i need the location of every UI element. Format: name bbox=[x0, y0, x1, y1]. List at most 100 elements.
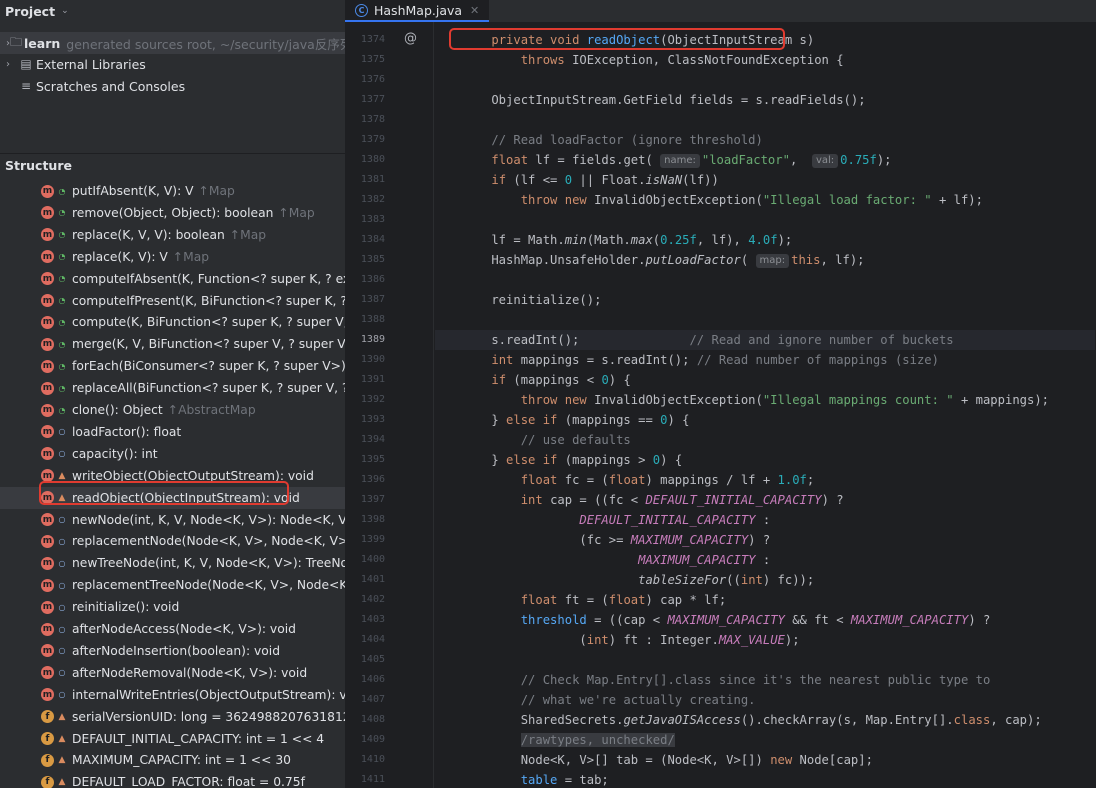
structure-member-row[interactable]: m ▲ writeObject(ObjectOutputStream): void bbox=[0, 465, 345, 487]
structure-member-row[interactable]: m ○ replacementTreeNode(Node<K, V>, Node<K… bbox=[0, 574, 345, 596]
code-line[interactable]: // Read loadFactor (ignore threshold) bbox=[462, 130, 763, 150]
tab-hashmap-java[interactable]: C HashMap.java ✕ bbox=[345, 0, 490, 22]
code-line[interactable]: table = tab; bbox=[462, 770, 609, 788]
code-line[interactable]: // Check Map.Entry[].class since it's th… bbox=[462, 670, 991, 690]
tree-item-external-libraries[interactable]: › ▤ External Libraries bbox=[0, 53, 345, 75]
code-token: InvalidObjectException( bbox=[594, 193, 763, 207]
public-visibility-icon: ◔ bbox=[58, 296, 66, 305]
code-line[interactable]: if (lf <= 0 || Float.isNaN(lf)) bbox=[462, 170, 718, 190]
structure-tool-header[interactable]: Structure bbox=[0, 153, 345, 177]
member-signature: remove(Object, Object): boolean bbox=[72, 205, 274, 220]
code-line[interactable]: throw new InvalidObjectException("Illega… bbox=[462, 190, 983, 210]
structure-member-row[interactable]: f ▲ DEFAULT_LOAD_FACTOR: float = 0.75f bbox=[0, 771, 345, 788]
code-line[interactable]: throws IOException, ClassNotFoundExcepti… bbox=[462, 50, 844, 70]
line-number: 1397 bbox=[360, 494, 385, 505]
code-line[interactable]: float fc = (float) mappings / lf + 1.0f; bbox=[462, 470, 815, 490]
code-line[interactable]: if (mappings < 0) { bbox=[462, 370, 630, 390]
code-line[interactable]: } else if (mappings == 0) { bbox=[462, 410, 689, 430]
code-token: MAXIMUM_CAPACITY bbox=[850, 613, 969, 627]
package-visibility-icon: ○ bbox=[58, 558, 66, 568]
code-line[interactable]: int mappings = s.readInt(); // Read numb… bbox=[462, 350, 939, 370]
code-line[interactable]: lf = Math.min(Math.max(0.25f, lf), 4.0f)… bbox=[462, 230, 792, 250]
structure-member-row[interactable]: m ○ loadFactor(): float bbox=[0, 421, 345, 443]
chevron-right-icon[interactable]: › bbox=[6, 59, 18, 70]
structure-member-row[interactable]: m ○ replacementNode(Node<K, V>, Node<K, V>… bbox=[0, 530, 345, 552]
private-lock-icon: ▲ bbox=[58, 755, 66, 766]
project-tool-header[interactable]: Project ⌄ bbox=[0, 0, 345, 22]
member-signature: newNode(int, K, V, Node<K, V>): Node<K, … bbox=[72, 512, 345, 527]
method-icon: m bbox=[41, 622, 54, 636]
method-icon: m bbox=[41, 315, 54, 329]
code-line[interactable]: (fc >= MAXIMUM_CAPACITY) ? bbox=[462, 530, 770, 550]
code-token: fc = ( bbox=[564, 473, 609, 487]
structure-member-row[interactable]: m ○ capacity(): int bbox=[0, 443, 345, 465]
structure-member-row[interactable]: m ◔ compute(K, BiFunction<? super K, ? sup… bbox=[0, 311, 345, 333]
code-line[interactable]: /rawtypes, unchecked/ bbox=[462, 730, 675, 750]
member-signature: replace(K, V): V bbox=[72, 249, 168, 264]
tree-item-scratches[interactable]: › ≡ Scratches and Consoles bbox=[0, 75, 345, 97]
code-line[interactable]: private void readObject(ObjectInputStrea… bbox=[462, 30, 814, 50]
structure-member-row[interactable]: m ◔ remove(Object, Object): boolean ↑Map bbox=[0, 202, 345, 224]
member-signature: replaceAll(BiFunction<? super K, ? super… bbox=[72, 381, 345, 396]
code-line[interactable]: // what we're actually creating. bbox=[462, 690, 756, 710]
code-line[interactable]: threshold = ((cap < MAXIMUM_CAPACITY && … bbox=[462, 610, 991, 630]
code-line[interactable]: // use defaults bbox=[462, 430, 631, 450]
structure-member-row[interactable]: m ◔ computeIfPresent(K, BiFunction<? super… bbox=[0, 290, 345, 312]
code-line[interactable]: float lf = fields.get( name: "loadFactor"… bbox=[462, 150, 892, 170]
structure-member-row[interactable]: m ○ newNode(int, K, V, Node<K, V>): Node<K… bbox=[0, 509, 345, 531]
structure-member-row[interactable]: m ○ afterNodeRemoval(Node<K, V>): void bbox=[0, 662, 345, 684]
structure-member-row[interactable]: m ◔ forEach(BiConsumer<? super K, ? super … bbox=[0, 355, 345, 377]
code-line[interactable]: SharedSecrets.getJavaOISAccess().checkAr… bbox=[462, 710, 1042, 730]
code-token: MAXIMUM_CAPACITY bbox=[630, 533, 749, 547]
structure-member-row[interactable]: m ▲ readObject(ObjectInputStream): void bbox=[0, 486, 345, 509]
structure-member-row[interactable]: m ○ afterNodeAccess(Node<K, V>): void bbox=[0, 618, 345, 640]
tree-item-learn[interactable]: › 🗀 learn generated sources root, ~/secu… bbox=[0, 32, 345, 54]
code-line[interactable]: s.readInt(); // Read and ignore number o… bbox=[435, 330, 1095, 350]
structure-member-row[interactable]: f ▲ serialVersionUID: long = 3624988207631… bbox=[0, 706, 345, 728]
code-line[interactable]: DEFAULT_INITIAL_CAPACITY : bbox=[462, 510, 770, 530]
structure-member-row[interactable]: m ○ afterNodeInsertion(boolean): void bbox=[0, 640, 345, 662]
structure-member-row[interactable]: m ◔ clone(): Object ↑AbstractMap bbox=[0, 399, 345, 421]
structure-member-row[interactable]: f ▲ DEFAULT_INITIAL_CAPACITY: int = 1 << 4 bbox=[0, 728, 345, 750]
structure-member-row[interactable]: f ▲ MAXIMUM_CAPACITY: int = 1 << 30 bbox=[0, 749, 345, 771]
code-line[interactable]: int cap = ((fc < DEFAULT_INITIAL_CAPACIT… bbox=[462, 490, 844, 510]
code-line[interactable]: HashMap.UnsafeHolder.putLoadFactor( map:… bbox=[462, 250, 865, 270]
code-line[interactable]: MAXIMUM_CAPACITY : bbox=[462, 550, 770, 570]
chevron-down-icon[interactable]: ⌄ bbox=[61, 6, 69, 16]
structure-member-row[interactable]: m ◔ putIfAbsent(K, V): V ↑Map bbox=[0, 180, 345, 202]
method-icon: m bbox=[41, 578, 54, 592]
member-signature: computeIfPresent(K, BiFunction<? super K… bbox=[72, 293, 345, 308]
code-line[interactable]: ObjectInputStream.GetField fields = s.re… bbox=[462, 90, 865, 110]
code-line[interactable]: reinitialize(); bbox=[462, 290, 601, 310]
private-lock-icon: ▲ bbox=[58, 777, 66, 788]
code-token: || Float. bbox=[572, 173, 646, 187]
method-icon: m bbox=[41, 184, 54, 198]
public-visibility-icon: ◔ bbox=[58, 252, 66, 262]
close-icon[interactable]: ✕ bbox=[470, 4, 479, 17]
structure-member-row[interactable]: m ◔ merge(K, V, BiFunction<? super V, ? su… bbox=[0, 333, 345, 355]
structure-member-row[interactable]: m ○ newTreeNode(int, K, V, Node<K, V>): Tr… bbox=[0, 552, 345, 574]
code-line[interactable]: tableSizeFor((int) fc)); bbox=[462, 570, 814, 590]
code-token: /rawtypes, unchecked/ bbox=[520, 733, 675, 747]
structure-member-row[interactable]: m ◔ replaceAll(BiFunction<? super K, ? sup… bbox=[0, 377, 345, 399]
private-lock-icon: ▲ bbox=[58, 733, 66, 744]
structure-member-row[interactable]: m ◔ replace(K, V): V ↑Map bbox=[0, 246, 345, 268]
code-line[interactable]: (int) ft : Integer.MAX_VALUE); bbox=[462, 630, 799, 650]
code-line[interactable]: float ft = (float) cap * lf; bbox=[462, 590, 726, 610]
override-marker-icon[interactable]: @ bbox=[404, 31, 417, 46]
code-line[interactable]: } else if (mappings > 0) { bbox=[462, 450, 682, 470]
code-line[interactable]: throw new InvalidObjectException("Illega… bbox=[462, 390, 1049, 410]
method-icon: m bbox=[41, 644, 54, 658]
member-signature: merge(K, V, BiFunction<? super V, ? supe… bbox=[72, 337, 345, 352]
structure-member-row[interactable]: m ○ internalWriteEntries(ObjectOutputStrea… bbox=[0, 684, 345, 706]
structure-member-row[interactable]: m ◔ replace(K, V, V): boolean ↑Map bbox=[0, 224, 345, 246]
code-line[interactable]: Node<K, V>[] tab = (Node<K, V>[]) new No… bbox=[462, 750, 873, 770]
line-number: 1408 bbox=[360, 714, 385, 725]
code-token: && ft < bbox=[784, 613, 851, 627]
structure-member-row[interactable]: m ◔ computeIfAbsent(K, Function<? super K,… bbox=[0, 268, 345, 290]
structure-member-row[interactable]: m ○ reinitialize(): void bbox=[0, 596, 345, 618]
